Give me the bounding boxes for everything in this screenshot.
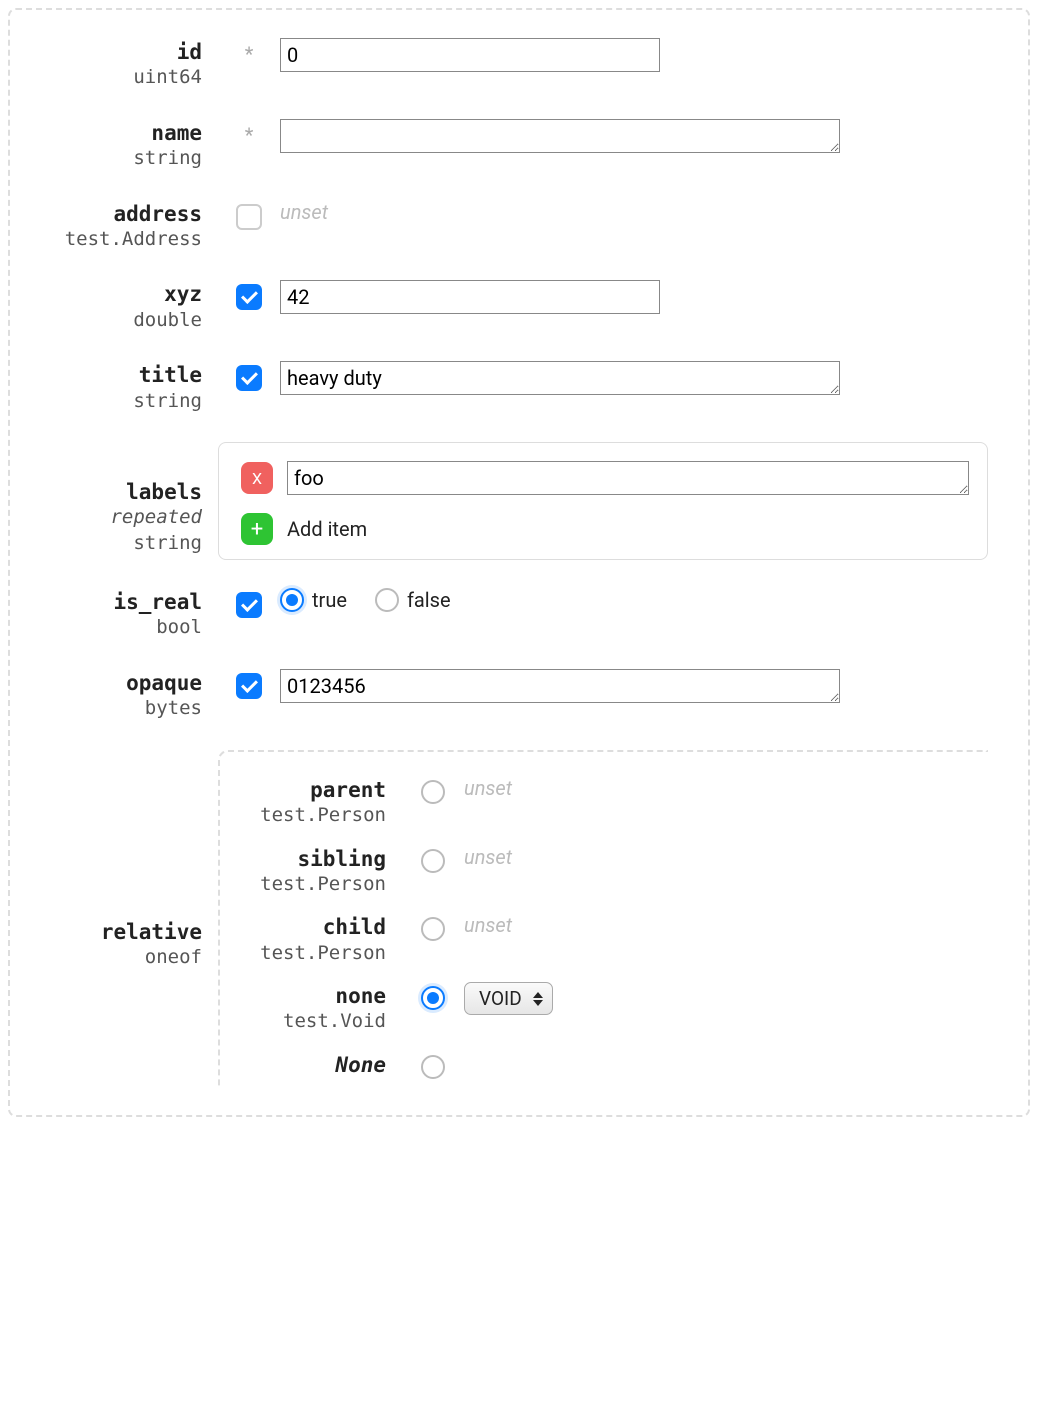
form-container: id uint64 * name string * address test.A… [8, 8, 1030, 1117]
field-row-opaque: opaque bytes [18, 669, 988, 722]
opaque-input[interactable] [280, 669, 840, 703]
field-row-relative: relative oneof parent test.Person unset … [18, 750, 988, 1087]
required-asterisk: * [245, 125, 254, 145]
enable-checkbox[interactable] [236, 673, 262, 699]
field-name: none [232, 984, 386, 1009]
unset-label: unset [280, 200, 328, 224]
field-name: None [232, 1053, 386, 1077]
void-select[interactable]: VOID [464, 982, 553, 1015]
oneof-radio[interactable] [421, 780, 445, 804]
field-type: test.Void [232, 1009, 386, 1035]
oneof-option-child: child test.Person unset [232, 913, 988, 966]
field-type: test.Person [232, 872, 386, 898]
field-name: labels [18, 480, 202, 505]
field-type: test.Person [232, 941, 386, 967]
bool-radio-group: true false [280, 588, 469, 612]
field-name: is_real [18, 590, 202, 615]
field-type: bytes [18, 696, 202, 722]
add-item-label: Add item [287, 517, 367, 541]
radio-true-label: true [312, 588, 347, 612]
field-row-labels: labels repeatedstring X + Add item [18, 442, 988, 560]
oneof-radio[interactable] [421, 849, 445, 873]
label-item-input[interactable] [287, 461, 969, 495]
field-type: uint64 [18, 65, 202, 91]
title-input[interactable] [280, 361, 840, 395]
unset-label: unset [464, 913, 512, 937]
enable-checkbox[interactable] [236, 365, 262, 391]
field-row-xyz: xyz double [18, 280, 988, 333]
repeated-container: X + Add item [218, 442, 988, 560]
oneof-option-None: None [232, 1051, 988, 1079]
field-type: bool [18, 615, 202, 641]
field-type: string [18, 146, 202, 172]
enable-checkbox[interactable] [236, 204, 262, 230]
select-value: VOID [479, 987, 522, 1010]
select-arrows-icon [533, 992, 543, 1006]
field-type: double [18, 308, 202, 334]
field-name: title [18, 363, 202, 388]
enable-checkbox[interactable] [236, 592, 262, 618]
field-label: id uint64 [18, 38, 218, 91]
field-row-name: name string * [18, 119, 988, 172]
radio-false[interactable] [375, 588, 399, 612]
oneof-radio[interactable] [421, 1055, 445, 1079]
field-row-title: title string [18, 361, 988, 414]
field-name: address [18, 202, 202, 227]
field-name: relative [18, 920, 202, 945]
field-row-address: address test.Address unset [18, 200, 988, 253]
unset-label: unset [464, 845, 512, 869]
unset-label: unset [464, 776, 512, 800]
list-item: X [227, 461, 969, 495]
field-type: test.Address [18, 227, 202, 253]
field-type: string [18, 389, 202, 415]
oneof-container: parent test.Person unset sibling test.Pe… [218, 750, 988, 1087]
id-input[interactable] [280, 38, 660, 72]
add-item-row: + Add item [227, 513, 969, 545]
field-name: xyz [18, 282, 202, 307]
xyz-input[interactable] [280, 280, 660, 314]
field-row-id: id uint64 * [18, 38, 988, 91]
field-name: opaque [18, 671, 202, 696]
oneof-radio[interactable] [421, 986, 445, 1010]
oneof-option-sibling: sibling test.Person unset [232, 845, 988, 898]
field-name: name [18, 121, 202, 146]
oneof-option-parent: parent test.Person unset [232, 776, 988, 829]
required-asterisk: * [245, 44, 254, 64]
field-name: child [232, 915, 386, 940]
field-type: oneof [18, 945, 202, 971]
name-input[interactable] [280, 119, 840, 153]
field-type: test.Person [232, 803, 386, 829]
add-item-button[interactable]: + [241, 513, 273, 545]
delete-item-button[interactable]: X [241, 462, 273, 494]
field-name: parent [232, 778, 386, 803]
field-type: repeatedstring [18, 505, 202, 556]
field-name: sibling [232, 847, 386, 872]
field-row-is-real: is_real bool true false [18, 588, 988, 641]
enable-checkbox[interactable] [236, 284, 262, 310]
radio-false-label: false [407, 588, 451, 612]
oneof-option-none: none test.Void VOID [232, 982, 988, 1035]
radio-true[interactable] [280, 588, 304, 612]
oneof-radio[interactable] [421, 917, 445, 941]
field-name: id [18, 40, 202, 65]
